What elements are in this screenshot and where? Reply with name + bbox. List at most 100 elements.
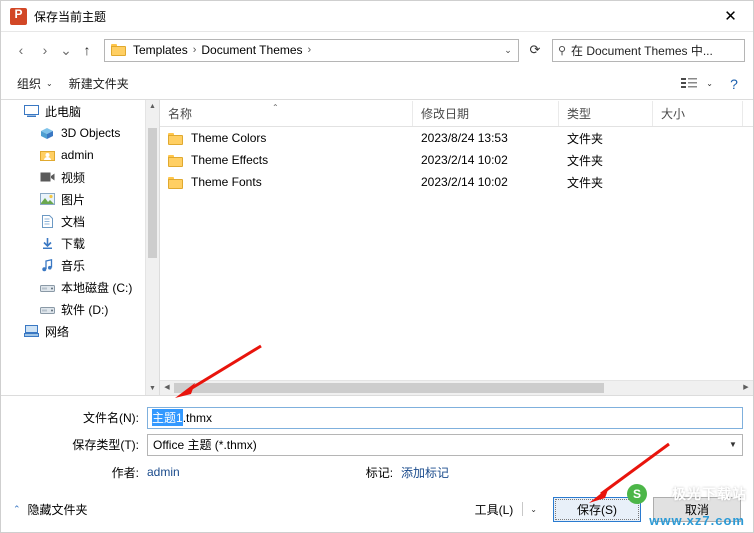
file-type-cell: 文件夹	[567, 175, 604, 190]
scroll-thumb[interactable]	[174, 383, 604, 393]
column-label-name: 名称	[168, 106, 193, 121]
search-box[interactable]: ⚲ 在 Document Themes 中...	[552, 38, 745, 62]
column-header-size[interactable]: 大小	[653, 100, 743, 126]
music-icon	[39, 257, 55, 273]
drive-icon-2	[39, 301, 55, 317]
column-header-name[interactable]: 名称 ⌃	[160, 100, 413, 126]
table-row[interactable]: Theme Colors 2023/8/24 13:53 文件夹	[160, 127, 753, 149]
network-icon	[23, 323, 39, 339]
chevron-down-icon-view: ⌄	[706, 79, 713, 88]
breadcrumb-separator[interactable]: ›	[189, 44, 201, 56]
filetype-value: Office 主题 (*.thmx)	[153, 438, 257, 452]
tags-label: 标记:	[365, 465, 394, 480]
sidebar-item-pictures[interactable]: 图片	[1, 188, 159, 210]
breadcrumb-item-document-themes[interactable]: Document Themes	[200, 43, 303, 57]
sidebar-item-this-pc[interactable]: 此电脑	[1, 100, 159, 122]
sidebar-item-admin[interactable]: admin	[1, 144, 159, 166]
scroll-thumb[interactable]	[148, 128, 157, 258]
up-button[interactable]: ↑	[75, 38, 99, 62]
sidebar-label: 此电脑	[45, 104, 82, 119]
cancel-button[interactable]: 取消	[653, 496, 741, 522]
chevron-down-icon[interactable]: ▼	[724, 440, 742, 449]
address-bar[interactable]: Templates › Document Themes › ⌄	[104, 38, 519, 62]
folder3d-icon	[39, 125, 55, 141]
tools-button[interactable]: 工具(L) ⌄	[475, 498, 541, 521]
title-bar: 保存当前主题 ✕	[1, 1, 753, 32]
file-date-cell: 2023/2/14 10:02	[421, 175, 508, 189]
save-form: 文件名(N): 主题1 .thmx 保存类型(T): Office 主题 (*.…	[1, 396, 753, 486]
window-title: 保存当前主题	[34, 9, 107, 24]
sidebar-label: 软件 (D:)	[61, 302, 109, 317]
navpane-scrollbar[interactable]: ▲ ▼	[145, 100, 159, 395]
folder-icon	[111, 43, 127, 57]
table-row[interactable]: Theme Fonts 2023/2/14 10:02 文件夹	[160, 171, 753, 193]
folder-icon	[168, 176, 184, 189]
navigation-pane: 此电脑 3D Objects admin 视频 图片 文档 下载 音乐 本地磁盘…	[1, 100, 159, 395]
sidebar-item-downloads[interactable]: 下载	[1, 232, 159, 254]
chevron-down-icon: ⌄	[46, 79, 53, 88]
file-name: Theme Fonts	[191, 175, 262, 189]
sidebar-item-3d-objects[interactable]: 3D Objects	[1, 122, 159, 144]
tags-value[interactable]: 添加标记	[401, 464, 449, 481]
new-folder-button[interactable]: 新建文件夹	[61, 73, 137, 95]
metadata-row: 作者: admin 标记: 添加标记	[1, 458, 753, 486]
file-name-cell[interactable]: Theme Colors	[160, 131, 413, 145]
save-theme-dialog: 保存当前主题 ✕ ‹ › ⌄ ↑ Templates › Document Th…	[0, 0, 754, 533]
column-headers: 名称 ⌃ 修改日期 类型 大小	[160, 100, 753, 127]
filename-extension: .thmx	[182, 410, 213, 425]
sidebar-item-local-disk-c[interactable]: 本地磁盘 (C:)	[1, 276, 159, 298]
view-options-button[interactable]: ⌄	[677, 73, 717, 95]
filename-input[interactable]: 主题1 .thmx	[147, 406, 743, 429]
chevron-down-icon[interactable]: ⌄	[498, 45, 518, 56]
file-name-cell[interactable]: Theme Fonts	[160, 175, 413, 189]
drive-icon	[39, 279, 55, 295]
file-type-cell: 文件夹	[567, 131, 604, 146]
file-date-cell: 2023/2/14 10:02	[421, 153, 508, 167]
user-folder-icon	[39, 147, 55, 163]
sidebar-label: 文档	[61, 214, 86, 229]
sidebar-item-network[interactable]: 网络	[1, 320, 159, 342]
forward-button[interactable]: ›	[33, 38, 57, 62]
sidebar-label: 图片	[61, 192, 86, 207]
column-header-type[interactable]: 类型	[559, 100, 653, 126]
scroll-right-arrow[interactable]: ▶	[739, 381, 753, 395]
hide-folders-button[interactable]: ⌃ 隐藏文件夹	[13, 501, 88, 518]
author-value[interactable]: admin	[147, 465, 180, 479]
filetype-row: 保存类型(T): Office 主题 (*.thmx) ▼	[1, 431, 753, 458]
hide-folders-label: 隐藏文件夹	[27, 502, 88, 517]
filetype-select[interactable]: Office 主题 (*.thmx) ▼	[147, 433, 743, 456]
search-input[interactable]: 在 Document Themes 中...	[571, 42, 713, 59]
scroll-down-arrow[interactable]: ▼	[146, 382, 159, 395]
file-pane: 名称 ⌃ 修改日期 类型 大小 Theme Colors 2023/8/24 1…	[160, 100, 753, 395]
navigation-bar: ‹ › ⌄ ↑ Templates › Document Themes › ⌄ …	[1, 32, 753, 68]
close-icon[interactable]: ✕	[708, 2, 753, 31]
breadcrumb-separator-2[interactable]: ›	[304, 44, 316, 56]
sidebar-item-music[interactable]: 音乐	[1, 254, 159, 276]
video-icon	[39, 169, 55, 185]
breadcrumb-item-templates[interactable]: Templates	[132, 43, 189, 57]
downloads-icon	[39, 235, 55, 251]
table-row[interactable]: Theme Effects 2023/2/14 10:02 文件夹	[160, 149, 753, 171]
recent-locations-button[interactable]: ⌄	[57, 38, 75, 62]
sidebar-label: 下载	[61, 236, 86, 251]
sidebar-label: 音乐	[61, 258, 86, 273]
scroll-track[interactable]	[174, 381, 739, 395]
refresh-button[interactable]: ⟳	[522, 38, 548, 63]
folder-icon	[168, 132, 184, 145]
chevron-up-icon: ⌃	[13, 503, 21, 514]
sidebar-item-videos[interactable]: 视频	[1, 166, 159, 188]
sidebar-item-software-d[interactable]: 软件 (D:)	[1, 298, 159, 320]
column-header-date[interactable]: 修改日期	[413, 100, 559, 126]
help-button[interactable]: ?	[723, 76, 745, 92]
tools-label: 工具(L)	[474, 502, 514, 517]
horizontal-scrollbar[interactable]: ◀ ▶	[160, 380, 753, 395]
content-area: 此电脑 3D Objects admin 视频 图片 文档 下载 音乐 本地磁盘…	[1, 100, 753, 396]
save-button[interactable]: 保存(S)	[553, 496, 641, 522]
sidebar-label: 3D Objects	[61, 126, 121, 140]
back-button[interactable]: ‹	[9, 38, 33, 62]
sidebar-item-documents[interactable]: 文档	[1, 210, 159, 232]
organize-button[interactable]: 组织 ⌄	[9, 73, 61, 95]
scroll-up-arrow[interactable]: ▲	[146, 100, 159, 113]
scroll-left-arrow[interactable]: ◀	[160, 381, 174, 395]
file-name-cell[interactable]: Theme Effects	[160, 153, 413, 167]
